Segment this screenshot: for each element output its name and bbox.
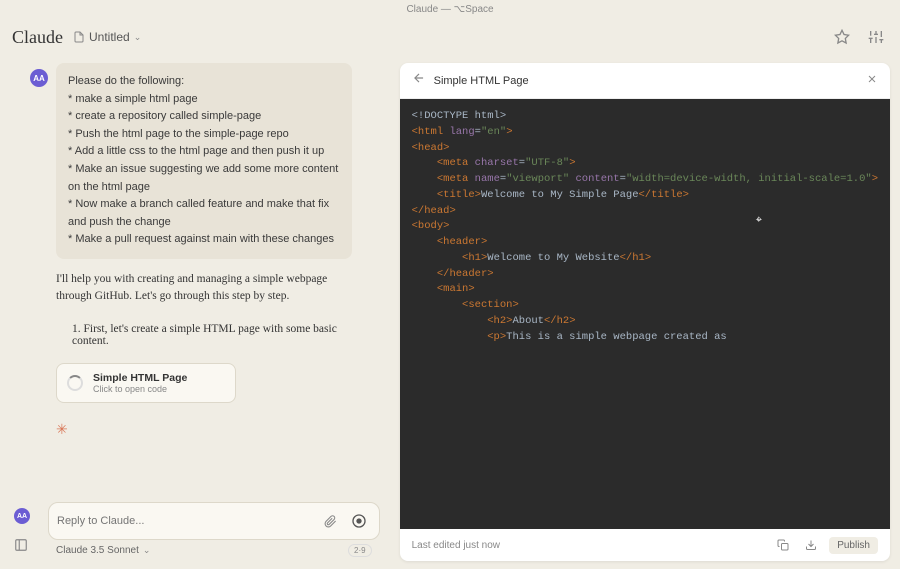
panel-icon <box>14 538 28 552</box>
user-text-item: * Add a little css to the html page and … <box>68 143 340 161</box>
token-badge: 2·9 <box>348 544 372 557</box>
reply-input[interactable] <box>57 515 314 527</box>
download-icon <box>805 539 817 551</box>
download-button[interactable] <box>801 535 821 555</box>
spinner-icon <box>67 375 83 391</box>
assistant-list-item: 1. First, let's create a simple HTML pag… <box>72 323 372 347</box>
document-title-dropdown[interactable]: Untitled ⌄ <box>73 30 141 44</box>
user-message: AA Please do the following: * make a sim… <box>56 63 352 259</box>
panel-footer: Last edited just now Publish <box>400 529 890 561</box>
publish-button[interactable]: Publish <box>829 537 878 554</box>
model-selector[interactable]: Claude 3.5 Sonnet <box>56 545 139 556</box>
copy-button[interactable] <box>773 535 793 555</box>
artifact-pane: Simple HTML Page <!DOCTYPE html> <html l… <box>400 55 900 569</box>
app-header: Claude Untitled ⌄ <box>0 19 900 55</box>
settings-button[interactable] <box>864 25 888 49</box>
document-title-text: Untitled <box>89 30 130 44</box>
target-icon <box>351 513 367 529</box>
user-text-intro: Please do the following: <box>68 73 340 91</box>
loading-sparkle-icon: ✳ <box>56 421 344 438</box>
panel-title: Simple HTML Page <box>434 75 529 87</box>
chevron-down-icon: ⌄ <box>143 545 151 556</box>
app-logo: Claude <box>12 27 63 48</box>
arrow-left-icon <box>412 71 426 85</box>
code-editor[interactable]: <!DOCTYPE html> <html lang="en"> <head> … <box>400 99 890 529</box>
window-title: Claude — ⌥Space <box>0 0 900 19</box>
composer-avatar: AA <box>14 508 30 524</box>
sidebar-toggle-button[interactable] <box>14 538 28 557</box>
composer: AA Claude 3.5 Sonnet ⌄ 2·9 <box>48 502 380 561</box>
mouse-cursor-icon: ⌖ <box>756 213 762 230</box>
panel-header: Simple HTML Page <box>400 63 890 99</box>
star-button[interactable] <box>830 25 854 49</box>
back-button[interactable] <box>412 71 426 90</box>
chat-pane: AA Please do the following: * make a sim… <box>0 55 400 569</box>
user-text-item: * make a simple html page <box>68 91 340 109</box>
user-text-item: * Make a pull request against main with … <box>68 231 340 249</box>
chevron-down-icon: ⌄ <box>134 32 142 43</box>
last-edited-text: Last edited just now <box>412 540 500 551</box>
close-button[interactable] <box>866 73 878 88</box>
sliders-icon <box>868 29 884 45</box>
close-icon <box>866 73 878 85</box>
user-text-item: * Make an issue suggesting we add some m… <box>68 161 340 196</box>
copy-icon <box>777 539 789 551</box>
document-icon <box>73 31 85 43</box>
card-subtitle: Click to open code <box>93 384 187 394</box>
send-button[interactable] <box>347 509 371 533</box>
star-icon <box>834 29 850 45</box>
user-text-item: * Push the html page to the simple-page … <box>68 126 340 144</box>
paperclip-icon <box>324 515 337 528</box>
assistant-message: I'll help you with creating and managing… <box>56 271 344 306</box>
user-text-item: * Now make a branch called feature and m… <box>68 196 340 231</box>
user-text-item: * create a repository called simple-page <box>68 108 340 126</box>
code-artifact-card[interactable]: Simple HTML Page Click to open code <box>56 363 236 403</box>
card-title: Simple HTML Page <box>93 372 187 384</box>
user-avatar: AA <box>30 69 48 87</box>
attachment-button[interactable] <box>320 511 341 532</box>
